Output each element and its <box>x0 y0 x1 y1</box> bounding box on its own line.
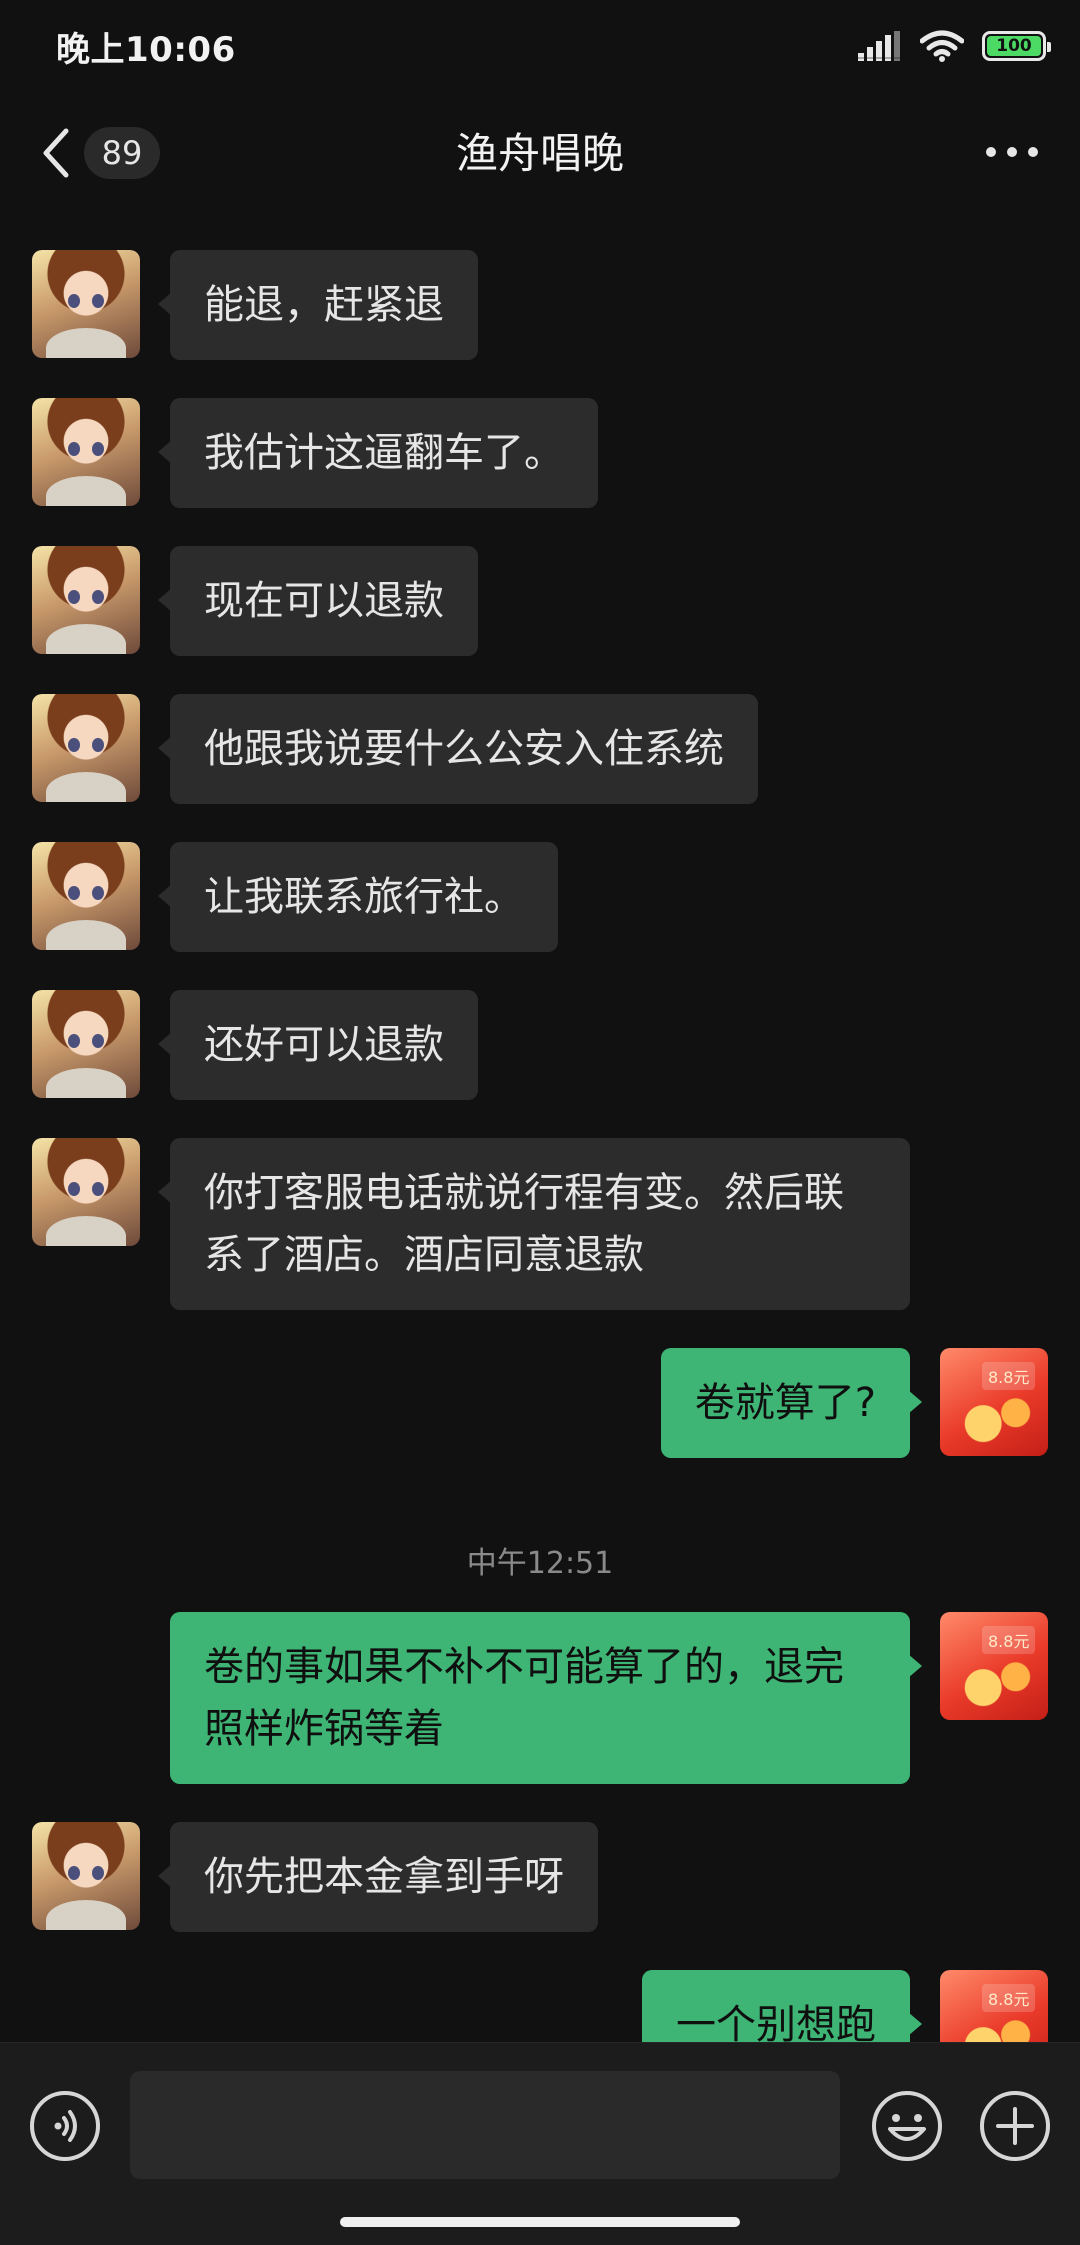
more-button[interactable] <box>980 122 1044 182</box>
contact-avatar[interactable] <box>32 842 140 950</box>
input-bar <box>0 2042 1080 2245</box>
back-button[interactable]: 89 <box>36 118 186 188</box>
avatar-price-tag: 8.8元 <box>982 1626 1036 1654</box>
avatar-price-tag: 8.8元 <box>982 1362 1036 1390</box>
message-row-received: 能退，赶紧退 <box>0 250 1080 360</box>
wifi-icon <box>920 30 964 62</box>
message-bubble[interactable]: 现在可以退款 <box>158 546 478 656</box>
home-indicator[interactable] <box>340 2217 740 2227</box>
message-timestamp: 中午12:51 <box>466 1546 614 1581</box>
contact-avatar[interactable] <box>32 250 140 358</box>
status-icons: 100 <box>858 26 1051 66</box>
message-bubble[interactable]: 他跟我说要什么公安入住系统 <box>158 694 758 804</box>
unread-count-badge[interactable]: 89 <box>84 127 160 179</box>
message-bubble[interactable]: 还好可以退款 <box>158 990 478 1100</box>
status-time: 晚上10:06 <box>56 30 236 70</box>
contact-avatar[interactable] <box>32 1822 140 1930</box>
message-bubble[interactable]: 我估计这逼翻车了。 <box>158 398 598 508</box>
chevron-left-icon[interactable] <box>36 123 76 183</box>
message-bubble[interactable]: 你打客服电话就说行程有变。然后联系了酒店。酒店同意退款 <box>158 1138 910 1310</box>
message-row-received: 你打客服电话就说行程有变。然后联系了酒店。酒店同意退款 <box>0 1138 1080 1310</box>
message-row-received: 让我联系旅行社。 <box>0 842 1080 952</box>
message-bubble[interactable]: 卷就算了? <box>660 1348 923 1458</box>
battery-icon: 100 <box>982 31 1051 61</box>
message-bubble[interactable]: 你先把本金拿到手呀 <box>158 1822 598 1932</box>
chat-message-list[interactable]: 能退，赶紧退 我估计这逼翻车了。 现在可以退款 他跟我说要什么公安入住系统 让我… <box>0 212 1080 2042</box>
more-dots-icon[interactable] <box>984 145 1040 159</box>
my-avatar[interactable]: 8.8元 <box>940 1970 1048 2042</box>
avatar-price-tag: 8.8元 <box>982 1984 1036 2012</box>
message-row-sent: 卷就算了? 8.8元 <box>0 1348 1080 1458</box>
plus-icon[interactable] <box>978 2089 1052 2163</box>
chat-title: 渔舟唱晚 <box>455 129 624 178</box>
contact-avatar[interactable] <box>32 694 140 802</box>
signal-icon <box>858 31 902 61</box>
contact-avatar[interactable] <box>32 1138 140 1246</box>
message-row-sent: 一个别想跑 8.8元 <box>0 1970 1080 2042</box>
chat-header: 89 渔舟唱晚 <box>0 92 1080 212</box>
message-row-received: 他跟我说要什么公安入住系统 <box>0 694 1080 804</box>
message-input[interactable] <box>130 2071 840 2179</box>
message-row-received: 现在可以退款 <box>0 546 1080 656</box>
message-bubble[interactable]: 一个别想跑 <box>642 1970 922 2042</box>
message-row-sent: 卷的事如果不补不可能算了的，退完照样炸锅等着 8.8元 <box>0 1612 1080 1784</box>
contact-avatar[interactable] <box>32 398 140 506</box>
message-row-received: 还好可以退款 <box>0 990 1080 1100</box>
contact-avatar[interactable] <box>32 546 140 654</box>
emoji-icon[interactable] <box>870 2089 944 2163</box>
message-row-received: 你先把本金拿到手呀 <box>0 1822 1080 1932</box>
message-row-received: 我估计这逼翻车了。 <box>0 398 1080 508</box>
my-avatar[interactable]: 8.8元 <box>940 1348 1048 1456</box>
battery-level: 100 <box>996 36 1032 56</box>
status-bar: 晚上10:06 100 <box>0 0 1080 92</box>
my-avatar[interactable]: 8.8元 <box>940 1612 1048 1720</box>
message-bubble[interactable]: 能退，赶紧退 <box>158 250 478 360</box>
message-bubble[interactable]: 卷的事如果不补不可能算了的，退完照样炸锅等着 <box>170 1612 922 1784</box>
voice-input-icon[interactable] <box>28 2089 102 2163</box>
message-bubble[interactable]: 让我联系旅行社。 <box>158 842 558 952</box>
contact-avatar[interactable] <box>32 990 140 1098</box>
